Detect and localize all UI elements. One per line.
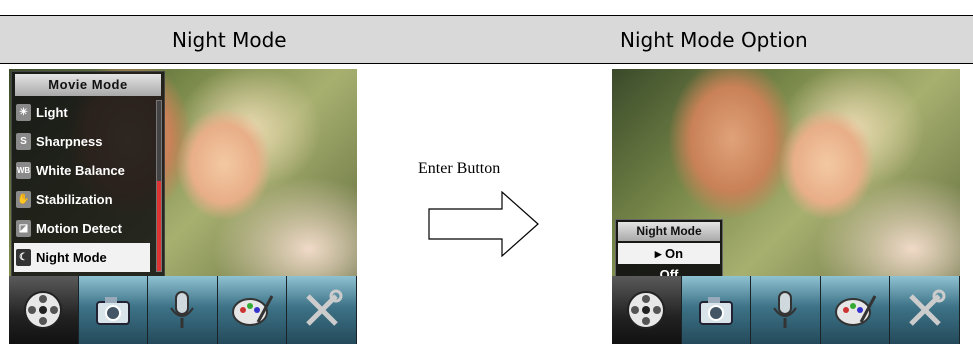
right-arrow-icon [428,191,539,257]
movie-mode-icon [24,291,63,329]
camera-mode-icon [698,297,733,325]
menu-item-sharpness[interactable]: S Sharpness [12,127,164,156]
tool-camera-mode[interactable] [78,276,149,344]
enter-button-label: Enter Button [418,160,501,177]
motion-detect-icon: ◪ [16,220,31,237]
menu-item-light[interactable]: ☀ Light [12,98,164,127]
menu-item-motion-detect[interactable]: ◪ Motion Detect [12,214,164,243]
menu-item-label: Light [36,105,68,120]
tool-voice-record[interactable] [148,276,218,344]
setup-icon [305,289,343,326]
camera-mode-icon [95,297,130,325]
menu-item-label: Motion Detect [36,221,122,236]
menu-scrollbar[interactable] [156,100,162,272]
voice-record-icon [773,291,798,328]
movie-mode-menu: Movie Mode ☀ Light S Sharpness WB White … [11,71,165,277]
night-mode-icon: ☾ [16,249,31,266]
option-on[interactable]: ▸ On [618,243,720,264]
effect-icon [835,295,877,326]
menu-item-stabilization[interactable]: ✋ Stabilization [12,185,164,214]
tool-movie-mode[interactable] [9,276,79,344]
right-camera-screen: Night Mode ▸ On Off [612,69,960,344]
tool-setup[interactable] [287,276,357,344]
tool-voice-record[interactable] [751,276,821,344]
mode-toolbar [612,276,960,344]
tool-movie-mode[interactable] [612,276,682,344]
menu-item-label: Stabilization [36,192,113,207]
menu-item-label: Night Mode [36,250,107,265]
tool-setup[interactable] [890,276,960,344]
menu-item-label: Sharpness [36,134,103,149]
popup-title: Night Mode [618,222,720,241]
movie-mode-icon [627,291,666,329]
scroll-thumb[interactable] [157,181,161,271]
stabilization-icon: ✋ [16,191,31,208]
setup-icon [908,289,946,326]
voice-record-icon [170,291,195,328]
tool-effect[interactable] [217,276,288,344]
effect-icon [232,295,274,326]
menu-title: Movie Mode [15,74,161,96]
left-camera-screen: Movie Mode ☀ Light S Sharpness WB White … [9,69,357,344]
header-bar: Night Mode Night Mode Option [0,15,973,64]
white-balance-icon: WB [16,162,31,179]
right-header-title: Night Mode Option [620,28,808,52]
tool-effect[interactable] [820,276,891,344]
left-header-title: Night Mode [172,28,287,52]
menu-item-night-mode[interactable]: ☾ Night Mode [14,243,150,272]
tool-camera-mode[interactable] [681,276,752,344]
menu-item-white-balance[interactable]: WB White Balance [12,156,164,185]
light-icon: ☀ [16,104,31,121]
sharpness-icon: S [16,133,31,150]
mode-toolbar [9,276,357,344]
menu-item-label: White Balance [36,163,125,178]
